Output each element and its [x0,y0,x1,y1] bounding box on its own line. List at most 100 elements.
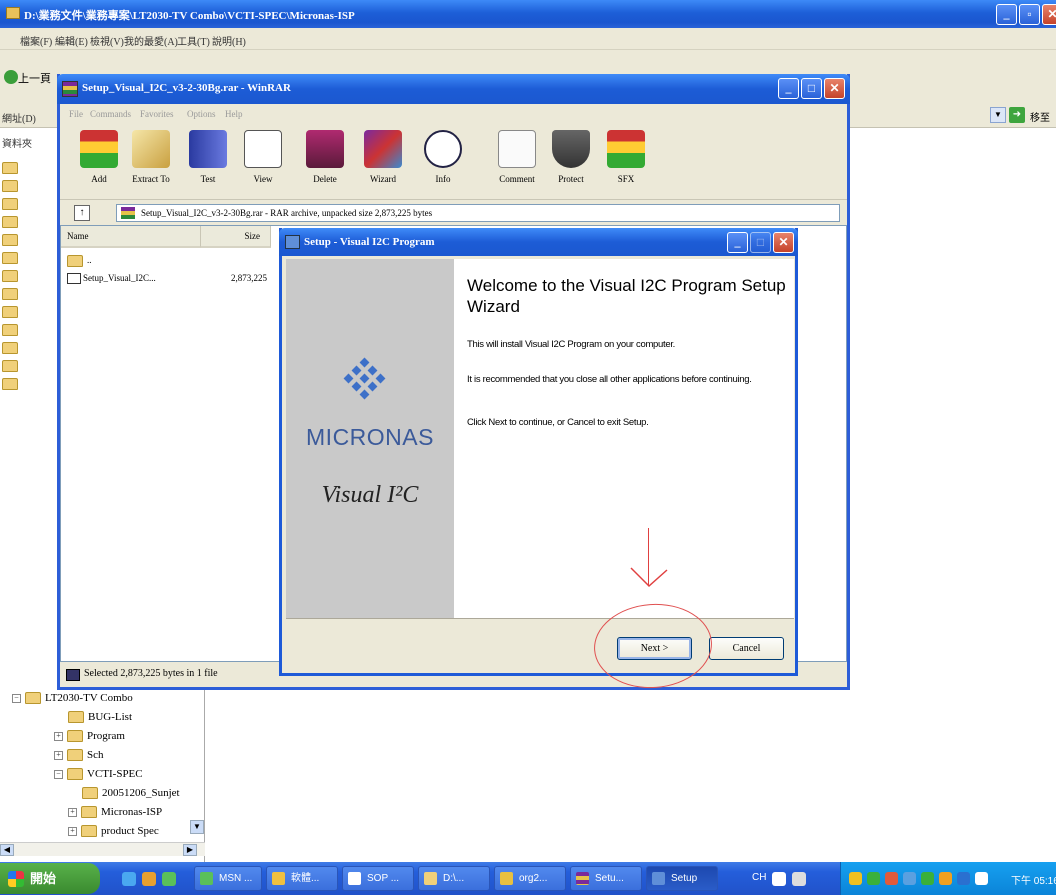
msn-icon[interactable] [921,872,934,885]
tree-folder[interactable] [2,178,22,196]
menu-edit[interactable]: 編輯(E) [55,33,88,48]
tree-folder[interactable] [2,160,22,178]
restore-button[interactable]: ▫ [1019,4,1040,25]
tree-folder[interactable] [2,340,22,358]
tree-item-bug-list[interactable]: BUG-List [68,709,132,727]
expand-icon[interactable]: + [54,731,63,741]
tree-item-sch[interactable]: + Sch [54,747,104,765]
taskbar-button[interactable]: org2... [494,866,566,891]
column-name[interactable]: Name [61,226,201,248]
winrar-title-bar[interactable]: Setup_Visual_I2C_v3-2-30Bg.rar - WinRAR … [57,74,850,104]
tree-folder[interactable] [2,358,22,376]
back-arrow-icon[interactable] [4,70,18,84]
bluetooth-icon[interactable] [957,872,970,885]
scroll-down-icon[interactable]: ▼ [190,820,204,834]
test-button[interactable]: Test [181,130,235,194]
taskbar-button[interactable]: 軟體... [266,866,338,891]
scroll-right-icon[interactable]: ▶ [183,844,197,856]
tree-folder[interactable] [2,286,22,304]
view-icon [244,130,282,168]
menu-favorites[interactable]: 我的最愛(A) [124,33,178,48]
close-button[interactable]: ✕ [824,78,845,99]
horizontal-scrollbar[interactable]: ◀ ▶ [0,842,205,856]
go-button-label[interactable]: 移至 [1030,109,1050,124]
explorer-title-bar[interactable]: D:\業務文件\業務專案\LT2030-TV Combo\VCTI-SPEC\M… [0,0,1056,28]
minimize-button[interactable]: _ [727,232,748,253]
network-icon[interactable] [867,872,880,885]
keyboard-icon[interactable] [772,872,786,886]
tree-item-label: product Spec [101,825,159,837]
tree-item-vcti-spec[interactable]: − VCTI-SPEC [54,766,143,784]
taskbar-button[interactable]: MSN ... [194,866,262,891]
setup-title-bar[interactable]: Setup - Visual I2C Program _ □ ✕ [279,228,798,256]
extract-to-button[interactable]: Extract To [124,130,178,194]
antivirus-icon[interactable] [885,872,898,885]
collapse-icon[interactable]: − [12,693,21,703]
delete-button[interactable]: Delete [298,130,352,194]
tree-item-20051206[interactable]: 20051206_Sunjet [82,785,180,803]
shield-icon[interactable] [849,872,862,885]
taskbar-button-active[interactable]: Setup [646,866,718,891]
annotation-arrow-head-icon [630,567,668,588]
expand-icon[interactable]: + [54,750,63,760]
taskbar-button[interactable]: Setu... [570,866,642,891]
tree-item-micronas-isp[interactable]: + Micronas-ISP [68,804,162,822]
clock[interactable]: 下午 05:16 [1011,872,1056,887]
tree-folder[interactable] [2,232,22,250]
wizard-button[interactable]: Wizard [356,130,410,194]
tree-folder[interactable] [2,268,22,286]
start-button[interactable]: 開始 [0,863,100,894]
go-arrow-icon[interactable]: ➜ [1009,107,1025,123]
volume-icon[interactable] [903,872,916,885]
expand-icon[interactable]: + [68,826,77,836]
view-button[interactable]: View [236,130,290,194]
close-button[interactable]: ✕ [1042,4,1056,25]
update-icon[interactable] [939,872,952,885]
sfx-button[interactable]: SFX [599,130,653,194]
menu-tools[interactable]: 工具(T) [177,33,210,48]
browser-icon[interactable] [142,872,156,886]
tree-folder[interactable] [2,376,22,394]
tree-folder[interactable] [2,304,22,322]
ime-settings-icon[interactable] [792,872,806,886]
tree-item-product-spec[interactable]: + product Spec [68,823,159,841]
scroll-left-icon[interactable]: ◀ [0,844,14,856]
menu-view[interactable]: 檢視(V) [90,33,124,48]
power-icon[interactable] [975,872,988,885]
tree-item-program[interactable]: + Program [54,728,125,746]
maximize-button[interactable]: □ [801,78,822,99]
column-size[interactable]: Size [201,226,271,248]
menu-favorites[interactable]: Favorites [140,109,174,119]
tree-item-lt2030[interactable]: − LT2030-TV Combo [12,690,133,708]
info-button[interactable]: Info [416,130,470,194]
menu-help[interactable]: 說明(H) [212,33,246,48]
menu-help[interactable]: Help [225,109,243,119]
menu-file[interactable]: File [69,109,83,119]
tree-folder[interactable] [2,214,22,232]
add-button[interactable]: Add [72,130,126,194]
taskbar-button[interactable]: D:\... [418,866,490,891]
expand-icon[interactable]: + [68,807,77,817]
file-name: .. [87,255,92,265]
ime-indicator[interactable]: CH [752,872,766,883]
tree-folder[interactable] [2,250,22,268]
minimize-button[interactable]: _ [996,4,1017,25]
desktop-icon[interactable] [122,872,136,886]
close-button[interactable]: ✕ [773,232,794,253]
archive-path-field[interactable]: Setup_Visual_I2C_v3-2-30Bg.rar - RAR arc… [116,204,840,222]
menu-options[interactable]: Options [187,109,216,119]
quicklaunch-icon[interactable] [162,872,176,886]
taskbar-button[interactable]: SOP ... [342,866,414,891]
tree-folder[interactable] [2,322,22,340]
collapse-icon[interactable]: − [54,769,63,779]
protect-button[interactable]: Protect [544,130,598,194]
address-dropdown-icon[interactable]: ▼ [990,107,1006,123]
minimize-button[interactable]: _ [778,78,799,99]
tree-folder[interactable] [2,196,22,214]
menu-commands[interactable]: Commands [90,109,131,119]
menu-file[interactable]: 檔案(F) [20,33,52,48]
back-button-label[interactable]: 上一頁 [18,70,51,86]
cancel-button[interactable]: Cancel [709,637,784,660]
comment-button[interactable]: Comment [490,130,544,194]
up-folder-icon[interactable]: ↑ [74,205,90,221]
